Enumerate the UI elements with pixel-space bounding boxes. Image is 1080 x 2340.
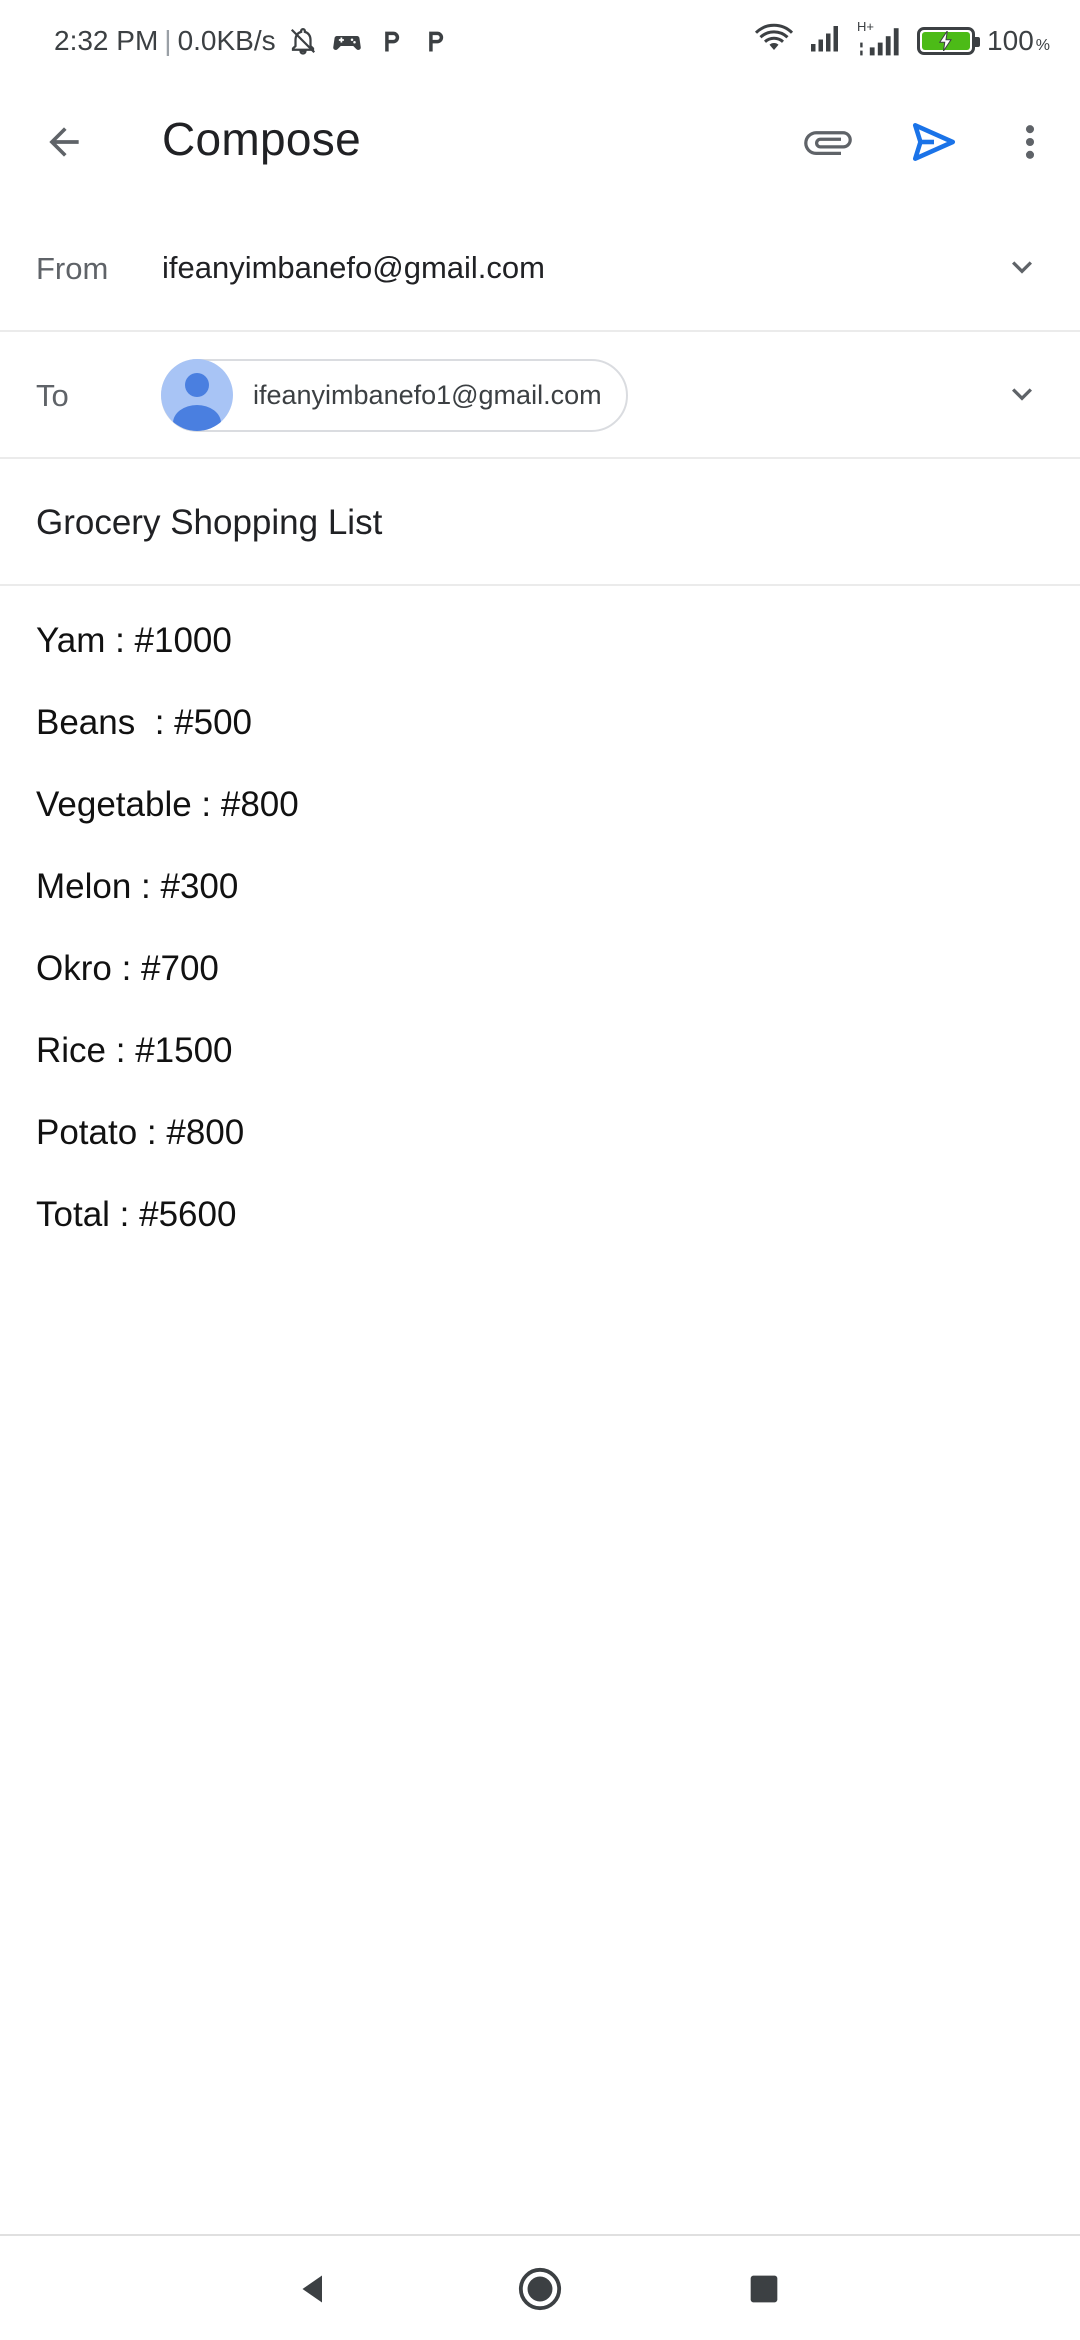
status-right: H+ 100% <box>753 19 1050 62</box>
subject-input[interactable]: Grocery Shopping List <box>36 503 382 543</box>
to-expand-button[interactable] <box>994 366 1050 422</box>
nav-back-button[interactable] <box>280 2256 346 2322</box>
send-icon <box>912 123 956 161</box>
nav-recents-icon <box>750 2275 778 2303</box>
body-line: Okro : #700 <box>36 949 219 988</box>
attach-icon <box>804 131 852 155</box>
attach-button[interactable] <box>790 104 866 180</box>
status-speed: 0.0KB/s <box>177 25 276 56</box>
status-separator: | <box>164 25 172 56</box>
battery-percent-suffix: % <box>1035 37 1050 54</box>
game-controller-icon <box>330 24 364 58</box>
body-line: Rice : #1500 <box>36 1031 233 1070</box>
recipient-email: ifeanyimbanefo1@gmail.com <box>253 380 602 410</box>
from-label: From <box>36 251 109 286</box>
nav-back-icon <box>302 2275 322 2303</box>
p-icon <box>374 24 408 58</box>
p-icon <box>418 24 452 58</box>
more-vert-icon <box>1025 125 1035 159</box>
compose-toolbar: Compose <box>0 82 1080 202</box>
bell-off-icon <box>286 24 320 58</box>
recipient-chip[interactable]: ifeanyimbanefo1@gmail.com <box>161 359 628 432</box>
signal-h-plus-icon: H+ <box>857 19 905 57</box>
body-line: Melon : #300 <box>36 867 239 906</box>
to-label: To <box>36 378 69 413</box>
status-time: 2:32 PM <box>54 25 159 56</box>
chevron-down-icon <box>1012 388 1032 401</box>
chevron-down-icon <box>1012 261 1032 274</box>
nav-home-icon <box>518 2267 562 2311</box>
from-expand-button[interactable] <box>994 239 1050 295</box>
subject-field[interactable]: Grocery Shopping List <box>0 459 1080 586</box>
back-arrow-icon <box>49 127 79 157</box>
system-nav-bar <box>0 2234 1080 2340</box>
status-left: 2:32 PM | 0.0KB/s <box>54 20 452 62</box>
avatar <box>161 359 233 431</box>
compose-body[interactable]: Yam : #1000 Beans : #500 Vegetable : #80… <box>36 616 1046 1272</box>
body-line: Beans : #500 <box>36 703 252 742</box>
nav-home-button[interactable] <box>507 2256 573 2322</box>
body-line: Yam : #1000 <box>36 621 232 660</box>
from-field[interactable]: From ifeanyimbanefo@gmail.com <box>0 205 1080 332</box>
battery-charging-icon <box>917 27 981 55</box>
signal-icon <box>807 23 845 60</box>
to-field[interactable]: To ifeanyimbanefo1@gmail.com <box>0 332 1080 459</box>
status-bar: 2:32 PM | 0.0KB/s H+ 100% <box>0 0 1080 82</box>
body-line: Total : #5600 <box>36 1195 237 1234</box>
send-button[interactable] <box>896 104 972 180</box>
body-line: Potato : #800 <box>36 1113 245 1152</box>
battery-percent-value: 100 <box>987 25 1034 56</box>
wifi-icon <box>753 22 795 61</box>
page-title: Compose <box>162 113 361 165</box>
more-options-button[interactable] <box>992 104 1068 180</box>
battery-percent: 100% <box>987 25 1050 57</box>
person-icon <box>173 373 221 431</box>
back-button[interactable] <box>26 104 102 180</box>
body-line: Vegetable : #800 <box>36 785 299 824</box>
from-value[interactable]: ifeanyimbanefo@gmail.com <box>162 250 545 286</box>
nav-recents-button[interactable] <box>731 2256 797 2322</box>
